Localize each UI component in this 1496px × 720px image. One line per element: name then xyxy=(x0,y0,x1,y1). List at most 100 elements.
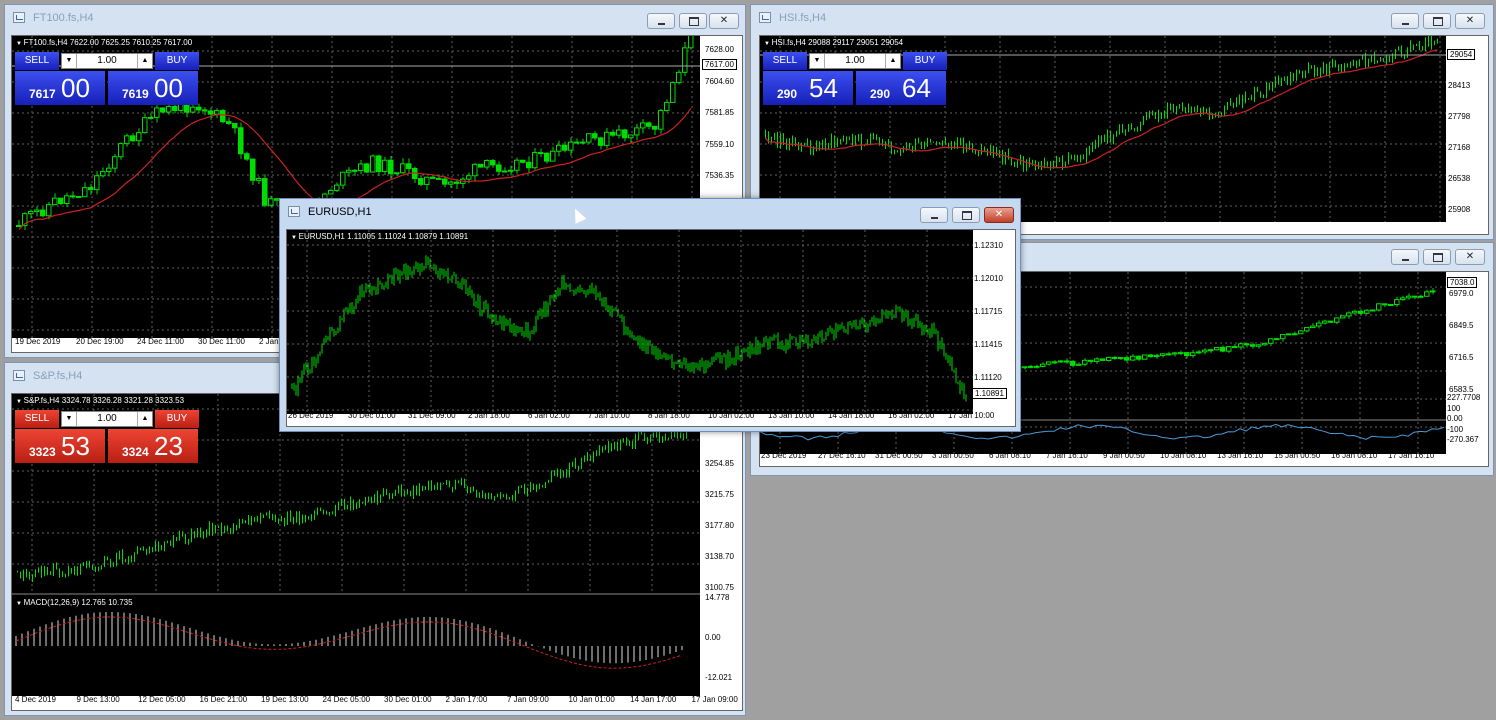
current-price-label: 7038.0 xyxy=(1447,277,1478,288)
eurusd-chart[interactable]: EURUSD,H1 1.11005 1.11024 1.10879 1.1089… xyxy=(286,229,1016,427)
eurusd-titlebar[interactable]: EURUSD,H1 xyxy=(280,199,1020,225)
lot-size-field[interactable]: ▼ 1.00 ▲ xyxy=(809,53,901,69)
close-button[interactable] xyxy=(1455,13,1485,29)
candle xyxy=(1082,358,1088,367)
maximize-button[interactable] xyxy=(679,13,707,29)
candle xyxy=(1232,343,1238,349)
time-scale-label: 30 Dec 07:00 xyxy=(1225,215,1273,224)
candle xyxy=(1346,311,1352,319)
candle xyxy=(1190,350,1196,358)
candle xyxy=(1022,366,1028,370)
sell-price[interactable]: 3323 53 xyxy=(15,429,105,463)
candle xyxy=(1364,308,1370,315)
candle xyxy=(520,159,526,164)
sell-price[interactable]: 290 54 xyxy=(763,71,853,105)
price-scale-label: 7581.85 xyxy=(705,108,734,117)
candle xyxy=(88,183,94,195)
lot-size-value[interactable]: 1.00 xyxy=(826,54,884,68)
candle xyxy=(1424,289,1430,297)
candle xyxy=(532,148,538,170)
chart-info: HSI.fs,H4 29088 29117 29051 29054 xyxy=(764,38,904,47)
candle xyxy=(556,140,562,157)
lot-decrease-icon[interactable]: ▼ xyxy=(810,54,825,68)
ft100-titlebar[interactable]: FT100.fs,H4 xyxy=(5,5,745,31)
price-scale-label: 1.11415 xyxy=(974,340,1003,349)
candle xyxy=(598,136,604,150)
minimize-button[interactable] xyxy=(1391,249,1419,265)
buy-button[interactable]: BUY xyxy=(155,52,199,70)
close-button[interactable] xyxy=(984,207,1014,223)
candle xyxy=(1160,353,1166,358)
candle xyxy=(1142,354,1148,360)
candle xyxy=(664,99,670,113)
candle xyxy=(328,188,334,195)
lot-decrease-icon[interactable]: ▼ xyxy=(62,412,77,426)
candle xyxy=(580,138,586,144)
candle xyxy=(1430,288,1436,295)
candle xyxy=(334,182,340,192)
candle xyxy=(544,152,550,164)
lot-decrease-icon[interactable]: ▼ xyxy=(62,54,77,68)
buy-button[interactable]: BUY xyxy=(903,52,947,70)
lot-size-field[interactable]: ▼ 1.00 ▲ xyxy=(61,411,153,427)
candle xyxy=(1058,359,1064,363)
buy-button[interactable]: BUY xyxy=(155,410,199,428)
lot-size-value[interactable]: 1.00 xyxy=(78,412,136,426)
candle xyxy=(496,161,502,175)
maximize-button[interactable] xyxy=(1423,249,1451,265)
eurusd-window[interactable]: EURUSD,H1 EURUSD,H1 1.11005 1.11024 1.10… xyxy=(279,198,1021,432)
lot-increase-icon[interactable]: ▲ xyxy=(137,54,152,68)
candle xyxy=(478,163,484,168)
time-scale-label: 10 Jan 01:00 xyxy=(568,695,615,704)
sp-chart[interactable]: S&P.fs,H4 3324.78 3326.28 3321.28 3323.5… xyxy=(11,393,743,711)
candle xyxy=(1064,358,1070,364)
buy-price-small: 7619 xyxy=(122,87,149,101)
minimize-button[interactable] xyxy=(647,13,675,29)
candle xyxy=(550,146,556,162)
candle xyxy=(634,123,640,141)
sell-price-small: 7617 xyxy=(29,87,56,101)
time-scale-label: 9 Dec 13:00 xyxy=(76,695,120,704)
chart-info: FT100.fs,H4 7622.00 7625.25 7610.25 7617… xyxy=(16,38,193,47)
sell-price[interactable]: 7617 00 xyxy=(15,71,105,105)
minimize-button[interactable] xyxy=(920,207,948,223)
time-scale-label: 7 Jan 09:00 xyxy=(507,695,549,704)
candle xyxy=(1334,317,1340,325)
candle xyxy=(1262,342,1268,346)
maximize-button[interactable] xyxy=(1423,13,1451,29)
hsi-titlebar[interactable]: HSI.fs,H4 xyxy=(751,5,1493,31)
minimize-button[interactable] xyxy=(1391,13,1419,29)
price-scale-label: 27168 xyxy=(1448,143,1471,152)
lot-size-value[interactable]: 1.00 xyxy=(78,54,136,68)
candle xyxy=(658,108,664,134)
time-scale-label: 17 Jan 09:00 xyxy=(691,695,738,704)
time-scale-label: 10 Jan 02:00 xyxy=(708,411,755,420)
buy-price[interactable]: 7619 00 xyxy=(108,71,198,105)
sell-button[interactable]: SELL xyxy=(15,52,59,70)
candle xyxy=(250,158,256,185)
sell-button[interactable]: SELL xyxy=(15,410,59,428)
chart-info: EURUSD,H1 1.11005 1.11024 1.10879 1.1089… xyxy=(291,232,469,241)
window-title: HSI.fs,H4 xyxy=(779,12,827,24)
candle xyxy=(16,220,22,228)
candle xyxy=(226,117,232,125)
candle xyxy=(538,148,544,158)
candle xyxy=(1136,355,1142,361)
buy-price[interactable]: 3324 23 xyxy=(108,429,198,463)
candle xyxy=(376,154,382,177)
lot-increase-icon[interactable]: ▲ xyxy=(137,412,152,426)
candle xyxy=(586,133,592,145)
close-button[interactable] xyxy=(709,13,739,29)
candle xyxy=(1088,359,1094,364)
sell-button[interactable]: SELL xyxy=(763,52,807,70)
close-button[interactable] xyxy=(1455,249,1485,265)
maximize-button[interactable] xyxy=(952,207,980,223)
time-scale-label: 27 Dec 16:10 xyxy=(818,451,866,460)
time-scale-label: 16 Dec 21:00 xyxy=(199,695,248,704)
buy-price[interactable]: 290 64 xyxy=(856,71,946,105)
candle xyxy=(652,125,658,135)
candle xyxy=(1172,351,1178,357)
lot-increase-icon[interactable]: ▲ xyxy=(885,54,900,68)
lot-size-field[interactable]: ▼ 1.00 ▲ xyxy=(61,53,153,69)
candle xyxy=(388,155,394,180)
